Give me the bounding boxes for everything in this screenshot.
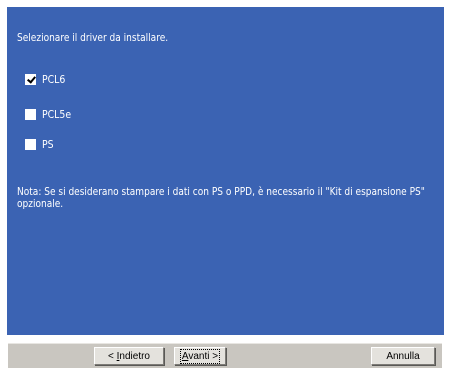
pcl5e-label: PCL5e <box>42 108 72 121</box>
next-button[interactable]: Avanti > <box>174 347 226 365</box>
pcl6-label: PCL6 <box>42 73 66 86</box>
driver-selection-panel: Selezionare il driver da installare. PCL… <box>7 7 444 335</box>
option-pcl5e[interactable]: PCL5e <box>25 108 76 121</box>
ps-kit-note: Nota: Se si desiderano stampare i dati c… <box>17 185 425 210</box>
next-button-label: Avanti > <box>179 348 221 364</box>
instruction-text: Selezionare il driver da installare. <box>17 31 169 44</box>
cancel-button-label: Annulla <box>386 350 420 362</box>
button-bar: < Indietro Avanti > Annulla <box>8 343 442 368</box>
pcl5e-checkbox[interactable] <box>25 109 36 120</box>
back-button-label: < Indietro <box>108 350 150 362</box>
ps-label: PS <box>42 138 54 151</box>
cancel-button[interactable]: Annulla <box>371 347 435 365</box>
pcl6-checkbox[interactable] <box>25 74 36 85</box>
ps-checkbox[interactable] <box>25 139 36 150</box>
back-button[interactable]: < Indietro <box>94 347 164 365</box>
option-ps[interactable]: PS <box>25 138 56 151</box>
option-pcl6[interactable]: PCL6 <box>25 73 69 86</box>
